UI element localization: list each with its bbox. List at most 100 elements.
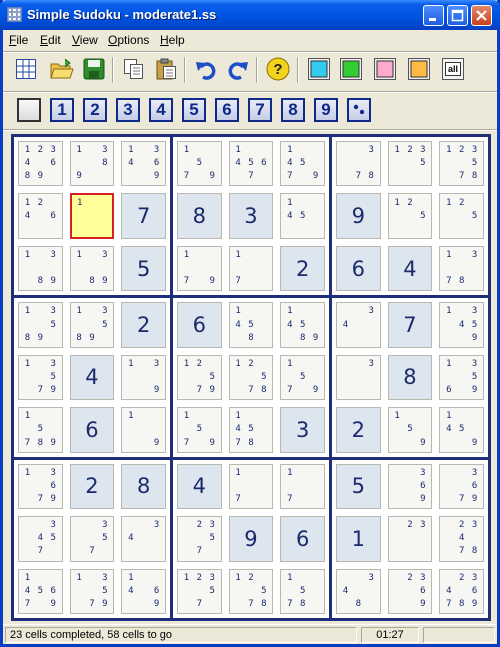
sudoku-cell[interactable]: 6 xyxy=(177,302,222,348)
sudoku-cell[interactable]: 123 5 xyxy=(387,141,433,187)
sudoku-cell[interactable]: 17 xyxy=(228,245,274,292)
sudoku-cell[interactable]: 1389 xyxy=(69,245,115,292)
number-button-6[interactable]: 6 xyxy=(215,98,239,122)
sudoku-cell[interactable]: 1 3 9 xyxy=(121,354,166,401)
highlight-orange-button[interactable] xyxy=(406,56,432,82)
sudoku-cell[interactable]: 5 xyxy=(336,463,381,510)
sudoku-cell[interactable]: 2 xyxy=(121,302,166,348)
sudoku-cell[interactable]: 6 xyxy=(336,245,381,292)
sudoku-cell[interactable]: 3 6 9 xyxy=(387,463,433,510)
sudoku-cell[interactable]: 124 6 xyxy=(18,193,63,239)
sudoku-cell[interactable]: 1579 xyxy=(177,141,222,187)
number-button-1[interactable]: 1 xyxy=(50,98,74,122)
undo-button[interactable] xyxy=(193,56,219,82)
sudoku-cell[interactable]: 12579 xyxy=(177,354,222,401)
number-button-5[interactable]: 5 xyxy=(182,98,206,122)
maximize-button[interactable] xyxy=(447,5,468,26)
sudoku-cell[interactable]: 23 4 6 789 xyxy=(439,568,484,614)
sudoku-cell[interactable]: 1 3 5 89 xyxy=(69,302,115,348)
sudoku-cell[interactable]: 1 459 xyxy=(439,407,484,453)
sudoku-cell[interactable]: 1 4578 xyxy=(228,407,274,453)
sudoku-cell[interactable]: 1 xyxy=(69,193,115,239)
sudoku-cell[interactable]: 12578 xyxy=(228,354,274,401)
sudoku-cell[interactable]: 3 48 xyxy=(336,568,381,614)
sudoku-cell[interactable]: 8 xyxy=(121,463,166,510)
sudoku-cell[interactable]: 1 3 5 6 9 xyxy=(439,354,484,401)
sudoku-cell[interactable]: 3 679 xyxy=(439,463,484,510)
sudoku-cell[interactable]: 2 xyxy=(336,407,381,453)
number-button-4[interactable]: 4 xyxy=(149,98,173,122)
redo-button[interactable] xyxy=(225,56,251,82)
number-button-8[interactable]: 8 xyxy=(281,98,305,122)
sudoku-cell[interactable]: 1 457 9 xyxy=(280,141,325,187)
sudoku-cell[interactable]: 1 4 6 9 xyxy=(121,568,166,614)
highlight-cyan-button[interactable] xyxy=(306,56,332,82)
sudoku-cell[interactable]: 23 57 xyxy=(177,516,222,562)
sudoku-cell[interactable]: 2 xyxy=(69,463,115,510)
sudoku-cell[interactable]: 1 456 7 9 xyxy=(18,568,63,614)
sudoku-cell[interactable]: 123 57 xyxy=(177,568,222,614)
sudoku-cell[interactable]: 19 xyxy=(121,407,166,453)
save-button[interactable] xyxy=(81,56,107,82)
menu-help[interactable]: Help xyxy=(160,33,185,47)
sudoku-cell[interactable]: 4 xyxy=(177,463,222,510)
sudoku-cell[interactable]: 8 xyxy=(387,354,433,401)
sudoku-cell[interactable]: 3 xyxy=(228,193,274,239)
sudoku-cell[interactable]: 234 78 xyxy=(439,516,484,562)
sudoku-cell[interactable]: 1389 xyxy=(18,245,63,292)
menu-view[interactable]: View xyxy=(72,33,98,47)
sudoku-cell[interactable]: 7 xyxy=(121,193,166,239)
number-button-2[interactable]: 2 xyxy=(83,98,107,122)
open-button[interactable] xyxy=(49,56,75,82)
number-button-3[interactable]: 3 xyxy=(116,98,140,122)
sudoku-cell[interactable]: 1 4567 xyxy=(228,141,274,187)
sudoku-cell[interactable]: 3457 xyxy=(18,516,63,562)
sudoku-cell[interactable]: 1389 xyxy=(69,141,115,187)
sudoku-cell[interactable]: 1 3 78 xyxy=(439,245,484,292)
sudoku-cell[interactable]: 4 xyxy=(387,245,433,292)
sudoku-cell[interactable]: 125 xyxy=(439,193,484,239)
sudoku-cell[interactable]: 1 xyxy=(336,516,381,562)
sudoku-cell[interactable]: 2 xyxy=(280,245,325,292)
sudoku-cell[interactable]: 1 3 5 89 xyxy=(18,302,63,348)
new-puzzle-button[interactable] xyxy=(13,56,39,82)
sudoku-cell[interactable]: 23 6 9 xyxy=(387,568,433,614)
title-bar[interactable]: Simple Sudoku - moderate1.ss xyxy=(0,0,500,30)
highlight-pink-button[interactable] xyxy=(372,56,398,82)
sudoku-cell[interactable]: 1 3 4 6 9 xyxy=(121,141,166,187)
sudoku-grid-icon[interactable] xyxy=(7,7,22,22)
sudoku-cell[interactable]: 125 xyxy=(387,193,433,239)
sudoku-cell[interactable]: 4 xyxy=(69,354,115,401)
sudoku-cell[interactable]: 159 xyxy=(387,407,433,453)
show-all-button[interactable]: all xyxy=(440,56,466,82)
sudoku-cell[interactable]: 1 345 9 xyxy=(439,302,484,348)
sudoku-cell[interactable]: 1 45 8 xyxy=(228,302,274,348)
sudoku-cell[interactable]: 3 xyxy=(336,354,381,401)
sudoku-cell[interactable]: 17 xyxy=(280,463,325,510)
sudoku-cell[interactable]: 1 3 579 xyxy=(69,568,115,614)
sudoku-cell[interactable]: 8 xyxy=(177,193,222,239)
close-button[interactable] xyxy=(471,5,492,26)
sudoku-cell[interactable]: 6 xyxy=(69,407,115,453)
sudoku-cell[interactable]: 34 xyxy=(121,516,166,562)
sudoku-cell[interactable]: 1 3 579 xyxy=(18,354,63,401)
paste-button[interactable] xyxy=(153,56,179,82)
sudoku-cell[interactable]: 1 3 679 xyxy=(18,463,63,510)
sudoku-cell[interactable]: 3 78 xyxy=(336,141,381,187)
sudoku-cell[interactable]: 15789 xyxy=(18,407,63,453)
sudoku-cell[interactable]: 123 578 xyxy=(439,141,484,187)
sudoku-cell[interactable]: 34 xyxy=(336,302,381,348)
highlight-green-button[interactable] xyxy=(338,56,364,82)
sudoku-cell[interactable]: 1 45 89 xyxy=(280,302,325,348)
number-button-9[interactable]: 9 xyxy=(314,98,338,122)
hint-button[interactable]: ? xyxy=(265,56,291,82)
clear-cell-button[interactable] xyxy=(17,98,41,122)
sudoku-cell[interactable]: 3 57 xyxy=(69,516,115,562)
menu-options[interactable]: Options xyxy=(108,33,149,47)
sudoku-cell[interactable]: 123 4 6 89 xyxy=(18,141,63,187)
minimize-button[interactable] xyxy=(423,5,444,26)
menu-file[interactable]: File xyxy=(9,33,28,47)
sudoku-cell[interactable]: 5 xyxy=(121,245,166,292)
sudoku-cell[interactable]: 1578 xyxy=(280,568,325,614)
number-button-7[interactable]: 7 xyxy=(248,98,272,122)
